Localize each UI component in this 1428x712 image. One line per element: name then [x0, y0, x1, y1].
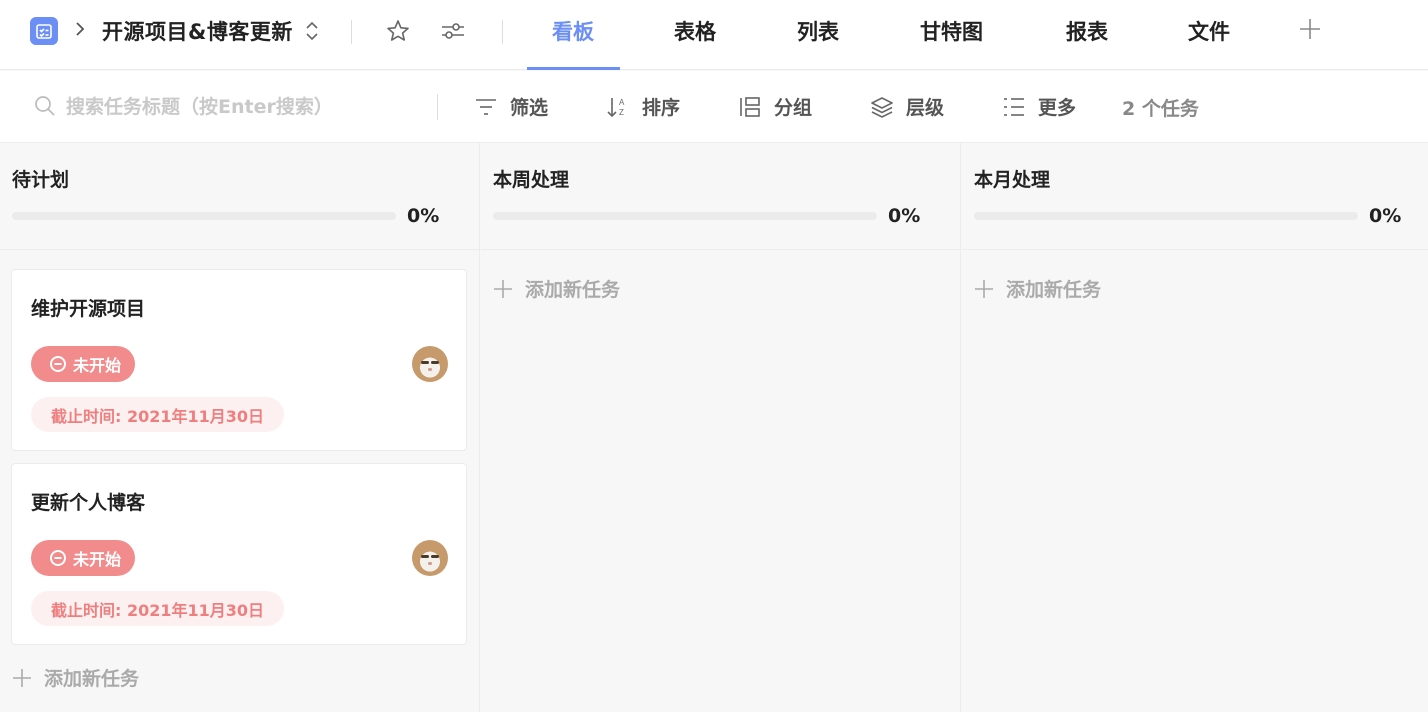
- divider: [351, 20, 352, 44]
- more-button[interactable]: 更多: [1002, 93, 1076, 120]
- top-bar: 开源项目&博客更新 看板 表格 列表 甘特图 报表 文件: [0, 0, 1428, 70]
- divider: [437, 94, 438, 120]
- star-icon[interactable]: [385, 18, 411, 48]
- tab-report[interactable]: 报表: [1066, 16, 1108, 46]
- column-title: 待计划: [12, 169, 70, 191]
- add-task-label: 添加新任务: [44, 668, 140, 690]
- not-started-icon: [50, 356, 66, 372]
- deadline-badge: 截止时间: 2021年11月30日: [31, 591, 285, 626]
- progress-percent: 0%: [888, 205, 921, 227]
- not-started-icon: [50, 550, 66, 566]
- search-input[interactable]: [66, 91, 406, 123]
- task-title: 更新个人博客: [31, 492, 146, 514]
- column-header: 待计划 0%: [0, 143, 479, 250]
- column-title: 本周处理: [493, 169, 570, 191]
- status-badge[interactable]: 未开始: [31, 540, 136, 576]
- task-card[interactable]: 更新个人博客 未开始 截止时间: 2021年11月30日: [11, 463, 467, 645]
- avatar[interactable]: [412, 346, 448, 382]
- status-badge[interactable]: 未开始: [31, 346, 136, 382]
- status-label: 未开始: [73, 550, 122, 569]
- filter-button[interactable]: 筛选: [474, 93, 548, 120]
- level-label: 层级: [906, 97, 945, 119]
- column-header: 本月处理 0%: [962, 143, 1428, 250]
- more-label: 更多: [1038, 97, 1077, 119]
- add-view-icon[interactable]: [1298, 17, 1322, 45]
- board-column: 本周处理 0% 添加新任务: [481, 143, 961, 712]
- progress-bar: [12, 212, 396, 220]
- board-column: 待计划 0% 维护开源项目 未开始 截止时间: 2021年11月30日 更新个人…: [0, 143, 480, 712]
- project-board-icon[interactable]: [30, 17, 58, 45]
- svg-text:Z: Z: [619, 108, 624, 117]
- group-label: 分组: [774, 97, 813, 119]
- filter-label: 筛选: [510, 97, 549, 119]
- board-column: 本月处理 0% 添加新任务: [962, 143, 1428, 712]
- level-button[interactable]: 层级: [870, 93, 944, 120]
- task-title: 维护开源项目: [31, 298, 146, 320]
- tab-files[interactable]: 文件: [1188, 16, 1230, 46]
- plus-icon: [494, 279, 512, 298]
- toolbar: 筛选 A Z 排序 分组 层级 更多 2 个任务: [0, 71, 1428, 143]
- list-icon: [1004, 97, 1024, 116]
- sort-az-icon: A Z: [607, 97, 625, 117]
- plus-icon: [13, 668, 31, 687]
- progress-percent: 0%: [407, 205, 440, 227]
- add-task-label: 添加新任务: [1006, 279, 1102, 301]
- deadline-label: 截止时间: 2021年11月30日: [51, 406, 265, 426]
- layers-icon: [871, 96, 893, 118]
- active-tab-indicator: [527, 67, 620, 70]
- progress-percent: 0%: [1369, 205, 1402, 227]
- column-header: 本周处理 0%: [481, 143, 960, 250]
- tab-gantt[interactable]: 甘特图: [920, 16, 983, 46]
- sort-button[interactable]: A Z 排序: [606, 93, 680, 120]
- tab-table[interactable]: 表格: [674, 16, 716, 46]
- column-title: 本月处理: [974, 169, 1051, 191]
- group-button[interactable]: 分组: [738, 93, 812, 120]
- add-task-button[interactable]: 添加新任务: [12, 664, 139, 691]
- tab-kanban[interactable]: 看板: [552, 16, 594, 46]
- avatar[interactable]: [412, 540, 448, 576]
- task-card[interactable]: 维护开源项目 未开始 截止时间: 2021年11月30日: [11, 269, 467, 451]
- filter-icon: [476, 98, 496, 115]
- deadline-label: 截止时间: 2021年11月30日: [51, 600, 265, 620]
- add-task-button[interactable]: 添加新任务: [493, 275, 620, 302]
- search-icon: [34, 95, 56, 121]
- tab-list[interactable]: 列表: [797, 16, 839, 46]
- progress-bar: [974, 212, 1358, 220]
- progress-bar: [493, 212, 877, 220]
- settings-sliders-icon[interactable]: [440, 20, 466, 46]
- deadline-badge: 截止时间: 2021年11月30日: [31, 397, 285, 432]
- project-switch-icon[interactable]: [304, 19, 320, 47]
- project-title[interactable]: 开源项目&博客更新: [102, 16, 293, 46]
- divider: [502, 20, 503, 44]
- add-task-button[interactable]: 添加新任务: [974, 275, 1101, 302]
- chevron-right-icon: [74, 20, 86, 43]
- status-label: 未开始: [73, 356, 122, 375]
- task-count: 2 个任务: [1122, 98, 1199, 120]
- svg-text:A: A: [619, 98, 625, 107]
- group-icon: [740, 96, 760, 117]
- sort-label: 排序: [642, 97, 681, 119]
- plus-icon: [975, 279, 993, 298]
- add-task-label: 添加新任务: [525, 279, 621, 301]
